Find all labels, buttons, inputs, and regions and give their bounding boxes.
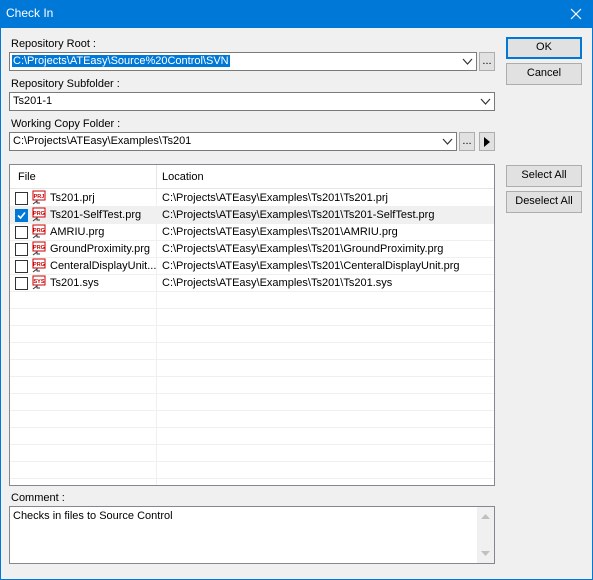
file-icon-label: PRG	[33, 262, 45, 268]
working-copy-combo[interactable]: C:\Projects\ATEasy\Examples\Ts201	[9, 132, 457, 151]
file-location: C:\Projects\ATEasy\Examples\Ts201\Center…	[162, 260, 460, 272]
repo-root-browse-button[interactable]: ...	[479, 52, 495, 71]
file-checkbox[interactable]	[15, 277, 28, 290]
select-all-button[interactable]: Select All	[506, 165, 582, 187]
working-copy-go-button[interactable]	[479, 132, 495, 151]
checkmark-icon	[17, 211, 26, 220]
repo-subfolder-label: Repository Subfolder :	[11, 78, 120, 90]
cancel-button[interactable]: Cancel	[506, 63, 582, 85]
file-list[interactable]: File Location PRJ Ts201.prj C:\Projects\AT…	[9, 164, 495, 486]
file-location: C:\Projects\ATEasy\Examples\Ts201\Ts201-…	[162, 209, 435, 221]
file-row[interactable]: PRJ Ts201.prj C:\Projects\ATEasy\Examples\…	[10, 190, 494, 207]
working-copy-browse-button[interactable]: ...	[459, 132, 475, 151]
prg-file-icon: PRG	[32, 258, 46, 273]
play-arrow-icon	[484, 137, 490, 147]
repo-root-combo[interactable]: C:\Projects\ATEasy\Source%20Control\SVN	[9, 52, 477, 71]
file-location: C:\Projects\ATEasy\Examples\Ts201\AMRIU.…	[162, 226, 398, 238]
file-icon-label: PRG	[33, 228, 45, 234]
file-location: C:\Projects\ATEasy\Examples\Ts201\Ts201.…	[162, 277, 393, 289]
file-icon-label: PRG	[33, 245, 45, 251]
file-checkbox[interactable]	[15, 243, 28, 256]
deselect-all-button[interactable]: Deselect All	[506, 191, 582, 213]
scroll-up-icon[interactable]	[477, 509, 494, 523]
file-icon-label: PRG	[33, 211, 45, 217]
file-checkbox[interactable]	[15, 226, 28, 239]
comment-text: Checks in files to Source Control	[13, 510, 173, 522]
comment-textarea[interactable]: Checks in files to Source Control	[9, 506, 495, 564]
file-icon-label: SYS	[33, 279, 44, 285]
prj-file-icon: PRJ	[32, 190, 46, 205]
chevron-down-icon	[462, 58, 473, 65]
ok-button[interactable]: OK	[506, 37, 582, 59]
close-button[interactable]	[559, 0, 593, 28]
file-list-header: File Location	[10, 165, 494, 189]
repo-root-label: Repository Root :	[11, 38, 96, 50]
file-row[interactable]: PRG Ts201-SelfTest.prg C:\Projects\ATEasy\…	[10, 207, 494, 224]
chevron-down-icon	[480, 98, 491, 105]
working-copy-value: C:\Projects\ATEasy\Examples\Ts201	[13, 135, 192, 147]
repo-root-value: C:\Projects\ATEasy\Source%20Control\SVN	[12, 55, 230, 67]
column-header-location[interactable]: Location	[162, 171, 204, 183]
file-row[interactable]: PRG CenteralDisplayUnit.... C:\Projects\AT…	[10, 258, 494, 275]
file-row[interactable]: SYS Ts201.sys C:\Projects\ATEasy\Examples\…	[10, 275, 494, 292]
file-name: Ts201-SelfTest.prg	[50, 209, 142, 221]
file-checkbox[interactable]	[15, 260, 28, 273]
comment-label: Comment :	[11, 492, 65, 504]
comment-scrollbar[interactable]	[477, 507, 494, 563]
file-location: C:\Projects\ATEasy\Examples\Ts201\Ground…	[162, 243, 444, 255]
scroll-down-icon[interactable]	[477, 547, 494, 561]
column-header-file[interactable]: File	[18, 171, 36, 183]
file-name: Ts201.sys	[50, 277, 99, 289]
chevron-down-icon	[442, 138, 453, 145]
file-row[interactable]: PRG GroundProximity.prg C:\Projects\ATEasy…	[10, 241, 494, 258]
prg-file-icon: PRG	[32, 224, 46, 239]
prg-file-icon: PRG	[32, 241, 46, 256]
title-bar: Check In	[0, 0, 593, 28]
file-row[interactable]: PRG AMRIU.prg C:\Projects\ATEasy\Examples\…	[10, 224, 494, 241]
working-copy-label: Working Copy Folder :	[11, 118, 121, 130]
prg-file-icon: PRG	[32, 207, 46, 222]
file-location: C:\Projects\ATEasy\Examples\Ts201\Ts201.…	[162, 192, 388, 204]
window-title: Check In	[6, 6, 54, 20]
file-name: GroundProximity.prg	[50, 243, 151, 255]
file-name: Ts201.prj	[50, 192, 95, 204]
close-icon	[570, 8, 582, 20]
file-checkbox[interactable]	[15, 209, 28, 222]
file-checkbox[interactable]	[15, 192, 28, 205]
sys-file-icon: SYS	[32, 275, 46, 290]
repo-subfolder-combo[interactable]: Ts201-1	[9, 92, 495, 111]
repo-subfolder-value: Ts201-1	[13, 95, 53, 107]
file-name: CenteralDisplayUnit....	[50, 260, 156, 272]
file-name: AMRIU.prg	[50, 226, 105, 238]
file-icon-label: PRJ	[34, 194, 45, 200]
